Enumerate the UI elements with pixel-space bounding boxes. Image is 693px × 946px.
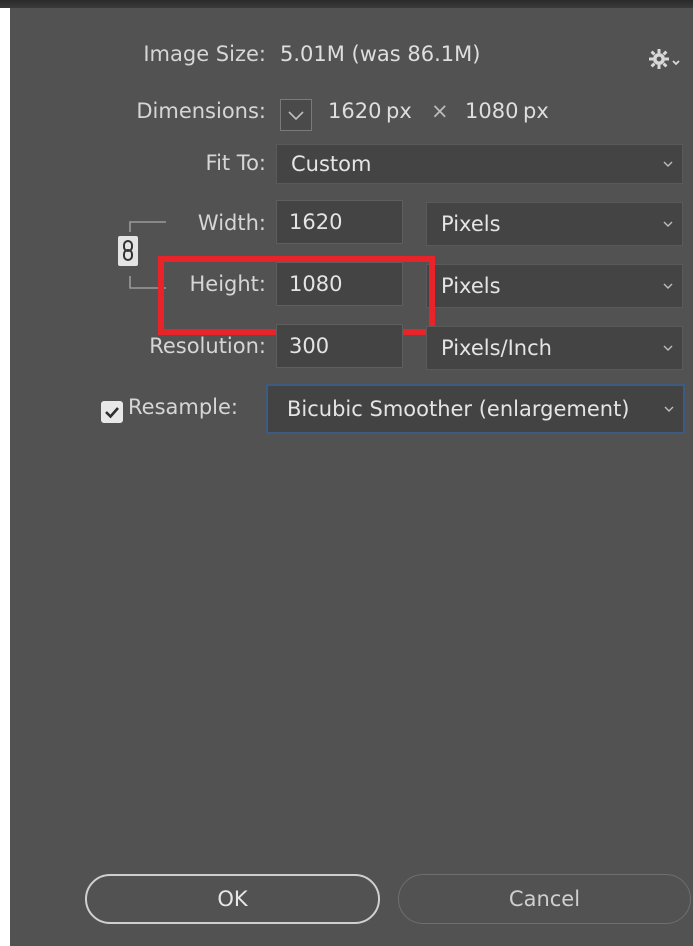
chevron-down-icon xyxy=(663,283,673,289)
height-label: Height: xyxy=(189,272,267,296)
dimensions-height-unit: px xyxy=(523,99,549,123)
width-value: 1620 xyxy=(289,210,343,234)
height-unit-value: Pixels xyxy=(441,274,501,298)
resolution-input[interactable]: 300 xyxy=(276,324,403,368)
fit-to-value: Custom xyxy=(291,152,372,176)
image-size-label: Image Size: xyxy=(143,42,266,66)
chevron-down-icon xyxy=(663,221,673,227)
resolution-unit-dropdown[interactable]: Pixels/Inch xyxy=(426,326,683,370)
height-input[interactable]: 1080 xyxy=(276,262,403,306)
resolution-value: 300 xyxy=(289,334,330,358)
ok-button-label: OK xyxy=(217,887,248,911)
image-size-value: 5.01M (was 86.1M) xyxy=(280,42,481,66)
ok-button[interactable]: OK xyxy=(85,874,380,924)
dimensions-times-sign: × xyxy=(431,99,449,123)
chevron-down-icon xyxy=(664,406,674,412)
fit-to-dropdown[interactable]: Custom xyxy=(276,144,683,184)
fit-to-label: Fit To: xyxy=(205,151,266,175)
cancel-button[interactable]: Cancel xyxy=(398,874,691,924)
dimensions-unit-dropdown[interactable] xyxy=(280,99,312,131)
chain-link-icon[interactable] xyxy=(118,236,138,266)
dimensions-width-value: 1620 xyxy=(328,99,382,123)
width-label: Width: xyxy=(197,211,266,235)
resample-label: Resample: xyxy=(128,395,238,419)
gear-icon[interactable] xyxy=(648,46,682,72)
dimensions-label: Dimensions: xyxy=(136,99,266,123)
width-unit-value: Pixels xyxy=(441,212,501,236)
width-input[interactable]: 1620 xyxy=(276,200,403,244)
resample-method-dropdown[interactable]: Bicubic Smoother (enlargement) xyxy=(266,384,685,434)
height-unit-dropdown[interactable]: Pixels xyxy=(426,264,683,308)
width-unit-dropdown[interactable]: Pixels xyxy=(426,202,683,246)
checkmark-icon xyxy=(105,407,119,419)
resample-method-value: Bicubic Smoother (enlargement) xyxy=(287,397,630,421)
image-size-dialog: Image Size: 5.01M (was 86.1M) Dimensions… xyxy=(10,8,693,946)
window-top-edge xyxy=(0,0,693,8)
resolution-label: Resolution: xyxy=(149,334,266,358)
cancel-button-label: Cancel xyxy=(508,887,581,911)
resolution-unit-value: Pixels/Inch xyxy=(441,336,552,360)
resample-checkbox[interactable] xyxy=(101,401,123,423)
dimensions-width-unit: px xyxy=(386,99,412,123)
dimensions-height-value: 1080 xyxy=(465,99,519,123)
chevron-down-icon xyxy=(663,161,673,167)
height-value: 1080 xyxy=(289,272,343,296)
chevron-down-icon xyxy=(663,345,673,351)
